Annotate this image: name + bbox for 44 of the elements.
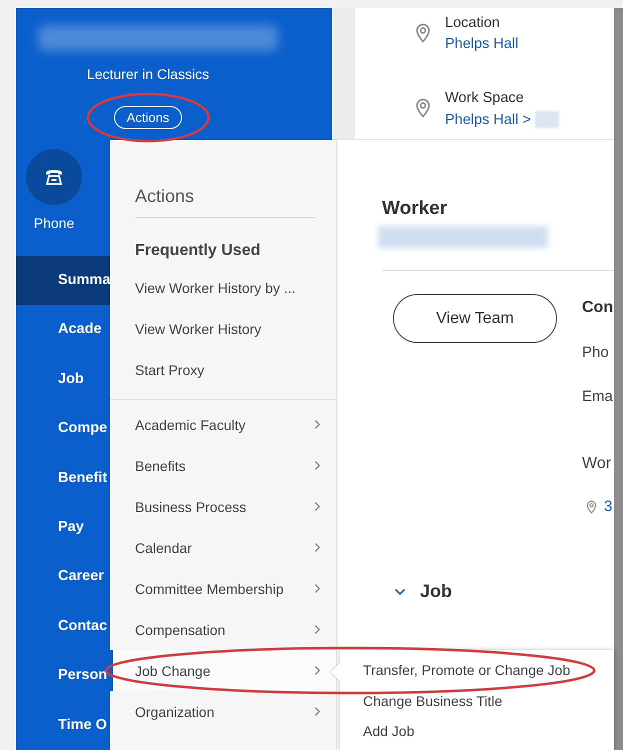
detail-link[interactable]: Phelps Hall > bbox=[445, 112, 531, 128]
menu-item[interactable]: Committee Membership bbox=[110, 568, 336, 609]
location-pin-icon bbox=[415, 98, 431, 118]
menu-item[interactable]: Start Proxy bbox=[110, 349, 336, 390]
submenu-item[interactable]: Transfer, Promote or Change Job bbox=[340, 655, 614, 686]
menu-item[interactable]: Organization bbox=[110, 691, 336, 732]
menu-title: Actions bbox=[135, 184, 315, 218]
menu-item[interactable]: Benefits bbox=[110, 445, 336, 486]
menu-item[interactable]: View Worker History bbox=[110, 308, 336, 349]
contact-text: Ema bbox=[582, 388, 614, 405]
menu-item[interactable]: Compensation bbox=[110, 609, 336, 650]
detail-label: Location bbox=[445, 15, 501, 31]
location-pin-icon bbox=[415, 23, 431, 43]
job-title: Lecturer in Classics bbox=[86, 66, 210, 82]
chevron-right-icon bbox=[314, 706, 321, 717]
menu-item[interactable]: Calendar bbox=[110, 527, 336, 568]
submenu-item[interactable]: Add Job bbox=[340, 716, 614, 746]
section-title: Job bbox=[420, 581, 452, 602]
submenu-item[interactable]: Change Business Title bbox=[340, 686, 614, 716]
contact-link[interactable]: 3 bbox=[604, 498, 612, 515]
chevron-right-icon bbox=[314, 665, 321, 676]
view-team-button[interactable]: View Team bbox=[393, 294, 557, 343]
detail-label: Work Space bbox=[445, 90, 525, 106]
chevron-right-icon bbox=[314, 501, 321, 512]
blurred-text bbox=[534, 111, 559, 128]
chevron-right-icon bbox=[314, 583, 321, 594]
chevron-right-icon bbox=[314, 460, 321, 471]
menu-item[interactable]: Academic Faculty bbox=[110, 404, 336, 445]
chevron-right-icon bbox=[314, 542, 321, 553]
detail-link[interactable]: Phelps Hall bbox=[445, 36, 518, 52]
contact-text: Pho bbox=[582, 344, 610, 361]
phone-icon bbox=[44, 167, 64, 187]
contact-text: Wor bbox=[582, 455, 612, 473]
phone-label: Phone bbox=[34, 215, 74, 231]
location-pin-icon bbox=[586, 500, 597, 514]
section-title: Worker bbox=[382, 198, 448, 220]
menu-item[interactable]: Job Change bbox=[110, 650, 336, 691]
chevron-right-icon bbox=[314, 624, 321, 635]
menu-heading: Frequently Used bbox=[134, 241, 262, 261]
contact-text: Con bbox=[582, 299, 614, 317]
actions-button[interactable]: Actions bbox=[114, 106, 182, 129]
menu-item[interactable]: Business Process bbox=[110, 486, 336, 527]
menu-item[interactable]: View Worker History by ... bbox=[110, 267, 336, 308]
chevron-right-icon bbox=[314, 419, 321, 430]
